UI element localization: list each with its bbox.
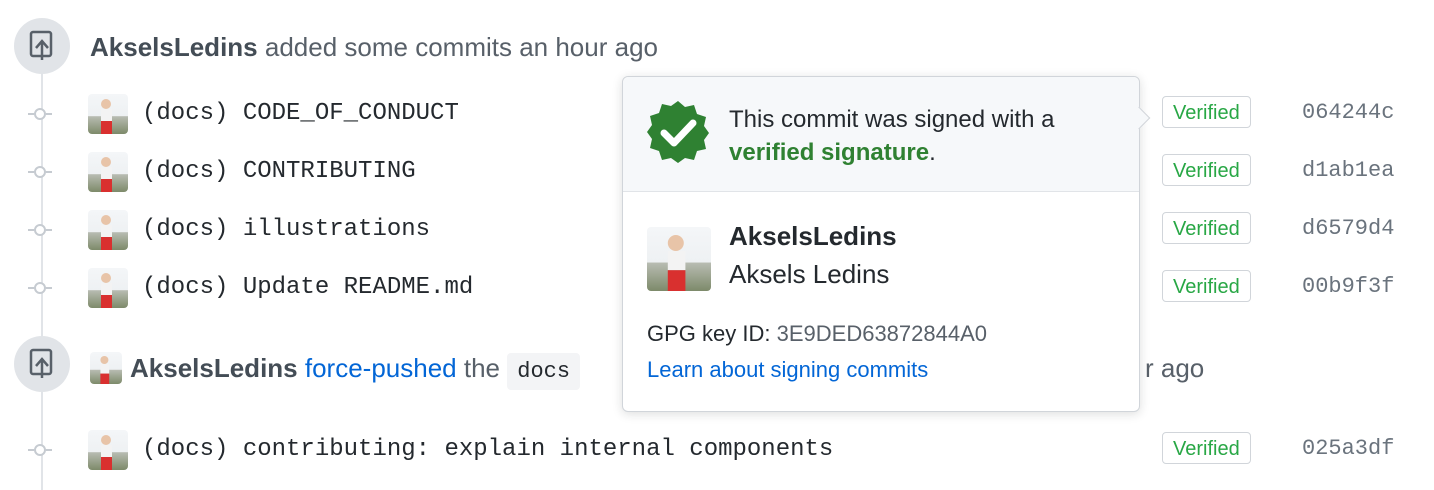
commit-message[interactable]: (docs) contributing: explain internal co… [142, 436, 833, 463]
event-time-tail: r ago [1145, 353, 1205, 383]
verified-signature-text: verified signature [729, 139, 930, 166]
event-author[interactable]: AkselsLedins [90, 32, 258, 62]
event-author[interactable]: AkselsLedins [130, 353, 298, 383]
event-force-pushed: AkselsLedins force-pushed the docs [130, 353, 581, 390]
signature-line: This commit was signed with a [729, 106, 1055, 133]
commit-message[interactable]: (docs) CONTRIBUTING [142, 158, 416, 185]
popover-header: This commit was signed with a verified s… [623, 77, 1139, 192]
verified-badge[interactable]: Verified [1162, 154, 1251, 186]
signer-name: Aksels Ledins [729, 259, 890, 289]
commit-sha[interactable]: d1ab1ea [1302, 158, 1394, 183]
avatar[interactable] [647, 227, 711, 291]
verified-check-icon [645, 99, 711, 170]
gpg-key-line: GPG key ID: 3E9DED63872844A0 [647, 321, 987, 347]
verified-badge[interactable]: Verified [1162, 270, 1251, 302]
verified-badge[interactable]: Verified [1162, 96, 1251, 128]
verified-badge[interactable]: Verified [1162, 212, 1251, 244]
signature-message: This commit was signed with a verified s… [729, 103, 1129, 169]
commit-sha[interactable]: 064244c [1302, 100, 1394, 125]
learn-signing-link[interactable]: Learn about signing commits [647, 357, 928, 383]
commit-node-icon [28, 108, 52, 120]
event-the: the [463, 353, 501, 383]
signature-period: . [929, 139, 936, 166]
signer-login[interactable]: AkselsLedins [729, 221, 897, 252]
gpg-label: GPG key ID: [647, 321, 771, 346]
avatar[interactable] [88, 94, 128, 134]
avatar[interactable] [88, 268, 128, 308]
avatar[interactable] [88, 152, 128, 192]
event-action: added some commits an hour ago [264, 32, 658, 62]
commit-row: (docs) contributing: explain internal co… [0, 426, 1434, 476]
commit-message[interactable]: (docs) Update README.md [142, 274, 473, 301]
gpg-key-id: 3E9DED63872844A0 [776, 321, 987, 346]
avatar[interactable] [88, 210, 128, 250]
commit-sha[interactable]: 025a3df [1302, 436, 1394, 461]
commit-message[interactable]: (docs) illustrations [142, 216, 430, 243]
commit-sha[interactable]: 00b9f3f [1302, 274, 1394, 299]
verified-badge[interactable]: Verified [1162, 432, 1251, 464]
repo-push-icon [14, 336, 70, 392]
avatar[interactable] [90, 352, 122, 384]
branch-name[interactable]: docs [507, 353, 581, 390]
commit-node-icon [28, 224, 52, 236]
commit-message[interactable]: (docs) CODE_OF_CONDUCT [142, 100, 459, 127]
repo-push-icon [14, 18, 70, 74]
commit-sha[interactable]: d6579d4 [1302, 216, 1394, 241]
event-added-commits: AkselsLedins added some commits an hour … [90, 32, 658, 63]
force-pushed-link[interactable]: force-pushed [305, 353, 457, 383]
signature-popover: This commit was signed with a verified s… [622, 76, 1140, 412]
commit-node-icon [28, 444, 52, 456]
avatar[interactable] [88, 430, 128, 470]
commit-node-icon [28, 282, 52, 294]
commit-node-icon [28, 166, 52, 178]
